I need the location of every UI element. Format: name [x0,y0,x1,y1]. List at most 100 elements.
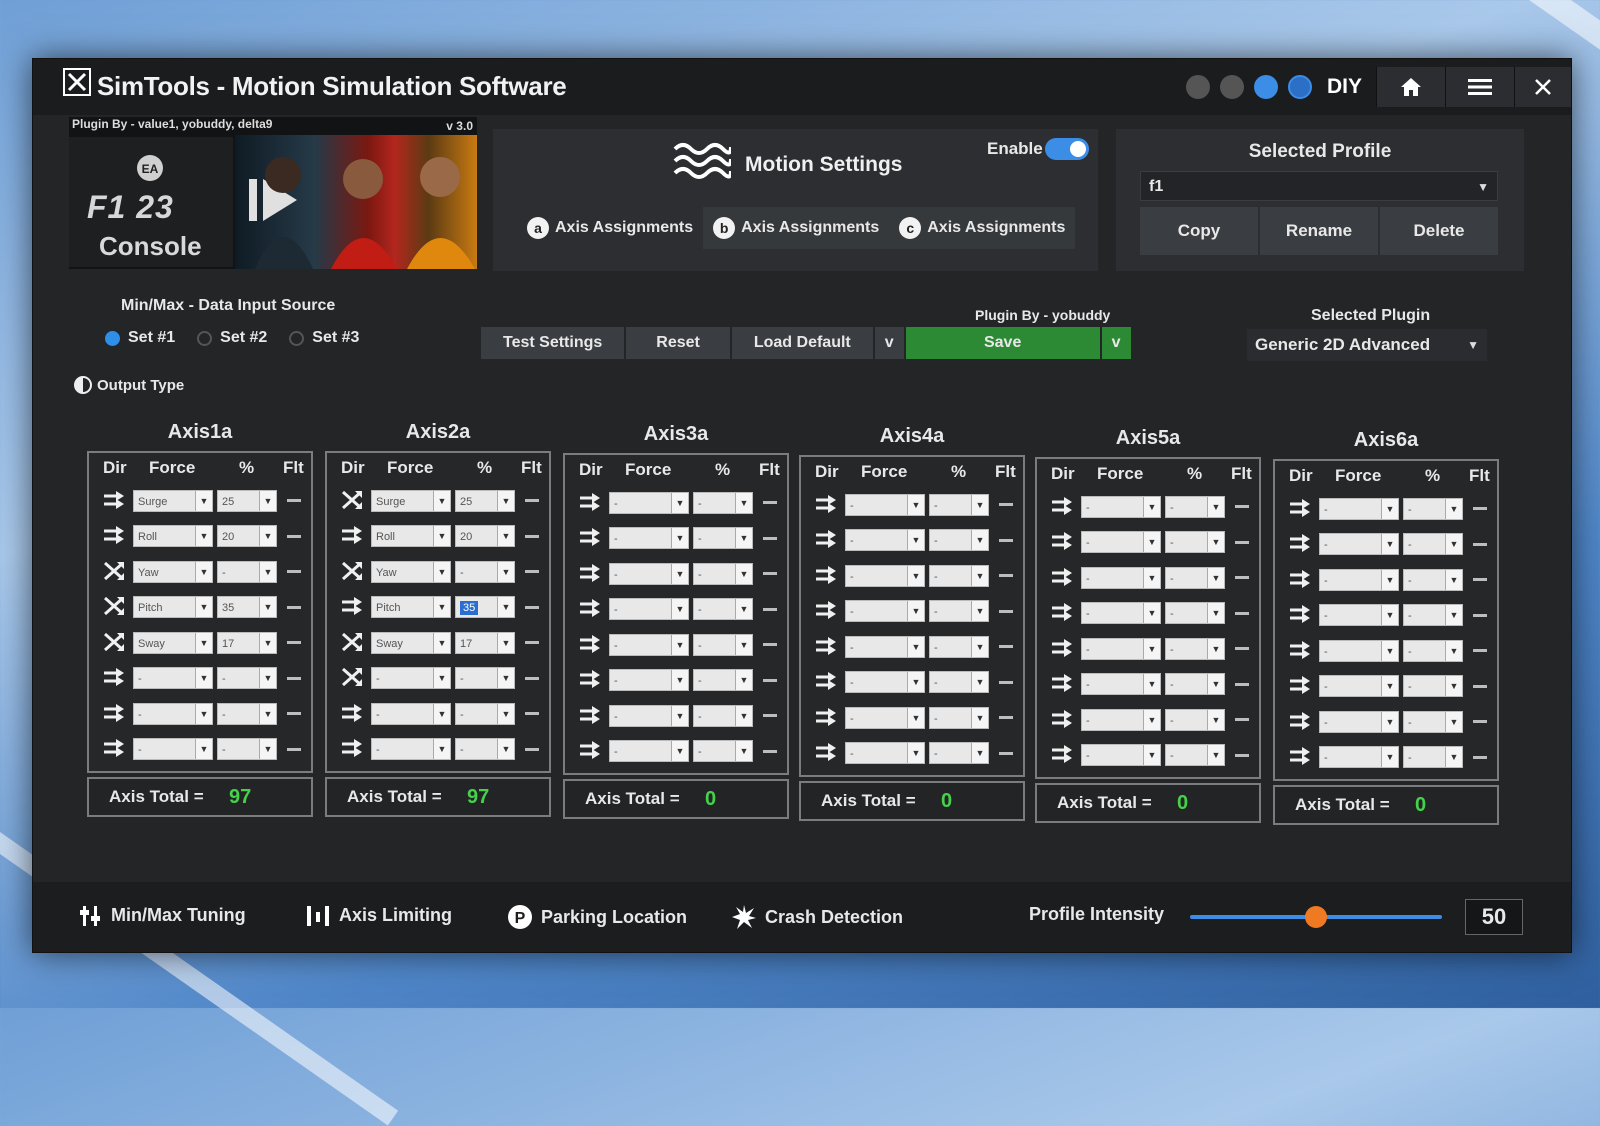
reset-button[interactable]: Reset [626,327,730,359]
force-dropdown[interactable]: - ▼ [609,527,689,550]
percent-dropdown[interactable]: - ▼ [929,671,989,694]
percent-dropdown[interactable]: 20 ▼ [455,525,515,548]
direction-normal-icon[interactable] [1289,746,1311,768]
percent-dropdown[interactable]: - ▼ [455,738,515,761]
direction-inverted-icon[interactable] [103,632,125,654]
tab-axis-assignments-a[interactable]: a Axis Assignments [517,207,704,249]
filter-toggle[interactable] [1235,505,1249,509]
filter-toggle[interactable] [1473,542,1487,546]
direction-inverted-icon[interactable] [341,561,363,583]
test-settings-button[interactable]: Test Settings [481,327,625,359]
filter-toggle[interactable] [763,714,777,718]
rename-button[interactable]: Rename [1260,207,1378,255]
force-dropdown[interactable]: - ▼ [845,564,925,587]
direction-normal-icon[interactable] [1289,604,1311,626]
direction-inverted-icon[interactable] [103,596,125,618]
force-dropdown[interactable]: - ▼ [1081,495,1161,518]
direction-normal-icon[interactable] [579,705,601,727]
percent-dropdown[interactable]: - ▼ [217,702,277,725]
direction-inverted-icon[interactable] [341,632,363,654]
direction-normal-icon[interactable] [341,738,363,760]
force-dropdown[interactable]: Pitch ▼ [371,596,451,619]
force-dropdown[interactable]: Surge ▼ [371,489,451,512]
force-dropdown[interactable]: - ▼ [1319,497,1399,520]
filter-toggle[interactable] [525,676,539,680]
gear-icon[interactable] [1219,75,1244,99]
force-dropdown[interactable]: - ▼ [1319,675,1399,698]
plugin-dropdown[interactable]: Generic 2D Advanced ▼ [1247,329,1487,361]
force-dropdown[interactable]: - ▼ [133,667,213,690]
filter-toggle[interactable] [287,534,301,538]
diy-label[interactable]: DIY [1327,75,1362,99]
force-dropdown[interactable]: - ▼ [1081,708,1161,731]
percent-dropdown[interactable]: 17 ▼ [455,631,515,654]
direction-normal-icon[interactable] [815,671,837,693]
direction-normal-icon[interactable] [341,596,363,618]
filter-toggle[interactable] [1473,578,1487,582]
direction-normal-icon[interactable] [579,740,601,762]
filter-toggle[interactable] [1235,718,1249,722]
filter-toggle[interactable] [1235,540,1249,544]
force-dropdown[interactable]: Surge ▼ [133,489,213,512]
percent-dropdown[interactable]: - ▼ [1165,708,1225,731]
percent-dropdown[interactable]: - ▼ [693,740,753,763]
direction-normal-icon[interactable] [579,598,601,620]
force-dropdown[interactable]: - ▼ [1081,531,1161,554]
enable-toggle[interactable] [1045,138,1089,160]
force-dropdown[interactable]: - ▼ [609,740,689,763]
force-dropdown[interactable]: - ▼ [845,671,925,694]
direction-normal-icon[interactable] [1051,567,1073,589]
filter-toggle[interactable] [525,605,539,609]
force-dropdown[interactable]: - ▼ [371,667,451,690]
force-dropdown[interactable]: - ▼ [845,600,925,623]
force-dropdown[interactable]: - ▼ [609,562,689,585]
tab-axis-assignments-b[interactable]: b Axis Assignments [703,207,890,249]
direction-normal-icon[interactable] [341,703,363,725]
tab-axis-assignments-c[interactable]: c Axis Assignments [889,207,1076,249]
percent-dropdown[interactable]: - ▼ [1403,675,1463,698]
save-dropdown[interactable]: v [1101,327,1131,359]
direction-normal-icon[interactable] [815,636,837,658]
filter-toggle[interactable] [763,501,777,505]
filter-toggle[interactable] [287,641,301,645]
force-dropdown[interactable]: Roll ▼ [371,525,451,548]
force-dropdown[interactable]: - ▼ [1319,710,1399,733]
filter-toggle[interactable] [287,676,301,680]
percent-dropdown[interactable]: - ▼ [1403,497,1463,520]
filter-toggle[interactable] [763,572,777,576]
filter-toggle[interactable] [1235,753,1249,757]
force-dropdown[interactable]: - ▼ [609,491,689,514]
filter-toggle[interactable] [287,570,301,574]
percent-dropdown[interactable]: - ▼ [1403,533,1463,556]
force-dropdown[interactable]: - ▼ [371,738,451,761]
close-button[interactable] [1514,67,1571,107]
direction-normal-icon[interactable] [103,667,125,689]
force-dropdown[interactable]: - ▼ [1081,744,1161,767]
percent-dropdown[interactable]: - ▼ [455,560,515,583]
radio-set-1[interactable]: Set #1 [105,329,175,347]
save-button[interactable]: Save [905,327,1100,359]
load-default-dropdown[interactable]: v [874,327,904,359]
direction-normal-icon[interactable] [1051,638,1073,660]
direction-normal-icon[interactable] [579,527,601,549]
direction-normal-icon[interactable] [815,529,837,551]
filter-toggle[interactable] [1473,649,1487,653]
direction-normal-icon[interactable] [579,669,601,691]
direction-inverted-icon[interactable] [103,561,125,583]
force-dropdown[interactable]: - ▼ [371,702,451,725]
percent-dropdown[interactable]: - ▼ [693,491,753,514]
filter-toggle[interactable] [525,570,539,574]
force-dropdown[interactable]: - ▼ [1319,568,1399,591]
force-dropdown[interactable]: - ▼ [1081,566,1161,589]
direction-normal-icon[interactable] [815,742,837,764]
filter-toggle[interactable] [1473,684,1487,688]
profile-dropdown[interactable]: f1 ▼ [1140,171,1498,201]
force-dropdown[interactable]: - ▼ [609,598,689,621]
filter-toggle[interactable] [999,609,1013,613]
percent-dropdown[interactable]: 17 ▼ [217,631,277,654]
percent-dropdown[interactable]: - ▼ [1165,744,1225,767]
force-dropdown[interactable]: - ▼ [845,706,925,729]
direction-normal-icon[interactable] [815,600,837,622]
filter-toggle[interactable] [763,536,777,540]
force-dropdown[interactable]: - ▼ [1319,639,1399,662]
